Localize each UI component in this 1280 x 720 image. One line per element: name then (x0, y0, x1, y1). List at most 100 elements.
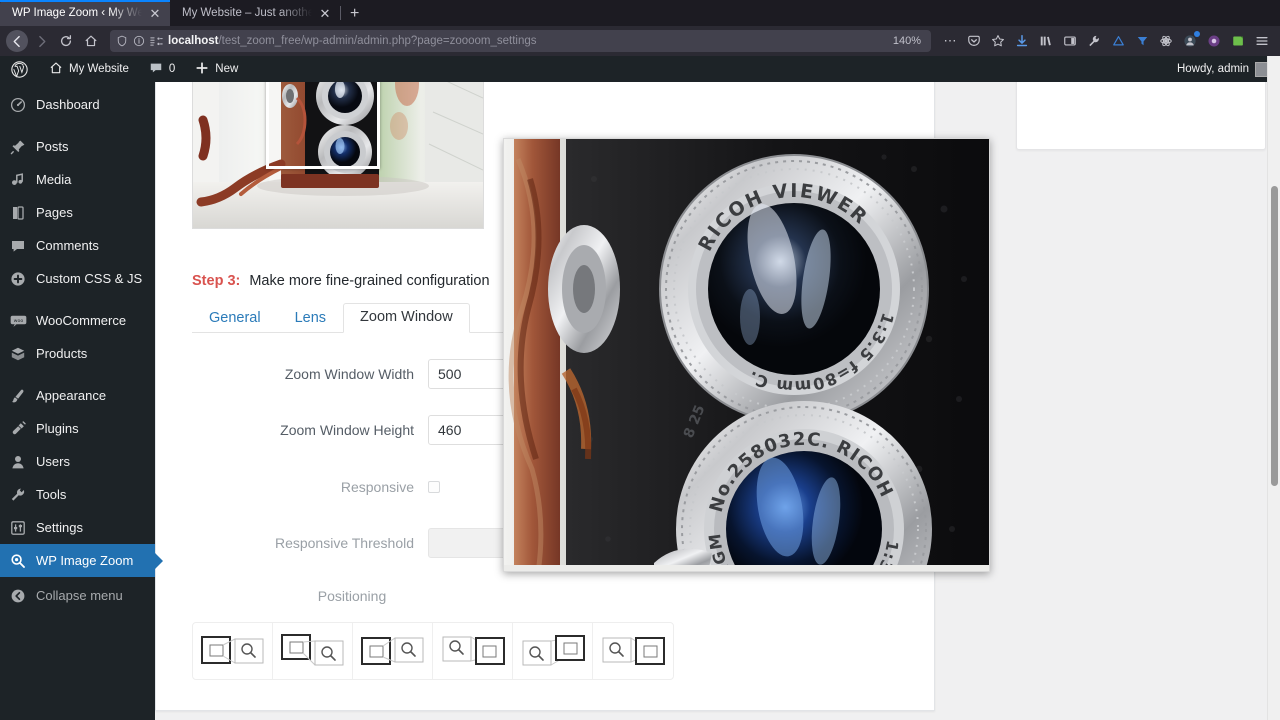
close-icon[interactable]: ✕ (318, 7, 332, 20)
reader-view-icon[interactable] (150, 36, 163, 47)
forward-arrow-icon (29, 29, 53, 53)
positioning-option-zoom-left-middle[interactable] (593, 623, 673, 679)
sidebar-item-custom-css-js[interactable]: Custom CSS & JS (0, 262, 155, 295)
positioning-option-zoom-right-aligned-top[interactable] (193, 623, 273, 679)
zoom-level-badge[interactable]: 140% (893, 35, 925, 47)
hamburger-menu-icon[interactable] (1250, 29, 1274, 53)
positioning-option-zoom-right-offset[interactable] (273, 623, 353, 679)
sidebar-item-products[interactable]: Products (0, 337, 155, 370)
lens-selector-box[interactable] (266, 82, 380, 169)
atom-extension-icon[interactable] (1154, 29, 1178, 53)
svg-text:woo: woo (13, 318, 23, 323)
box-icon (9, 345, 27, 363)
collapse-menu-label: Collapse menu (36, 588, 123, 603)
sidebar-item-label: Settings (36, 520, 83, 535)
sidebar-item-label: Dashboard (36, 97, 100, 112)
adminbar-new[interactable]: New (185, 56, 248, 82)
media-icon (9, 171, 27, 189)
responsive-checkbox[interactable] (428, 481, 440, 493)
plus-circle-icon (9, 270, 27, 288)
home-icon[interactable] (79, 29, 103, 53)
zoom-window-overlay[interactable]: RICOH VIEWER 1:3.5 f=80mm C. No.258032C.… (503, 138, 990, 572)
positioning-option-zoom-right-middle[interactable] (353, 623, 433, 679)
sidebar-item-appearance[interactable]: Appearance (0, 379, 155, 412)
sidebar-icon[interactable] (1058, 29, 1082, 53)
close-icon[interactable]: ✕ (148, 7, 162, 20)
tab-lens[interactable]: Lens (278, 306, 343, 332)
green-extension-icon[interactable] (1226, 29, 1250, 53)
brush-icon (9, 387, 27, 405)
wrench-icon[interactable] (1082, 29, 1106, 53)
sidebar-item-woocommerce[interactable]: woo WooCommerce (0, 304, 155, 337)
wp-admin-bar: My Website 0 New Howdy, admin (0, 56, 1280, 82)
address-bar[interactable]: localhost/test_zoom_free/wp-admin/admin.… (110, 30, 931, 52)
image-preview[interactable] (192, 82, 484, 229)
browser-window: WP Image Zoom ‹ My We ✕ My Website – Jus… (0, 0, 1280, 720)
sidebar-item-plugins[interactable]: Plugins (0, 412, 155, 445)
triangle-extension-icon[interactable] (1106, 29, 1130, 53)
sidebar-item-posts[interactable]: Posts (0, 130, 155, 163)
sidebar-item-pages[interactable]: Pages (0, 196, 155, 229)
browser-tab-0[interactable]: WP Image Zoom ‹ My We ✕ (0, 0, 170, 26)
tab-general[interactable]: General (192, 306, 278, 332)
sidebar-item-tools[interactable]: Tools (0, 478, 155, 511)
wordpress-logo-icon[interactable] (0, 56, 39, 82)
page-scrollbar[interactable] (1267, 56, 1280, 720)
downloads-icon[interactable] (1010, 29, 1034, 53)
sidebar-item-label: Plugins (36, 421, 79, 436)
sidebar-item-label: WP Image Zoom (36, 553, 134, 568)
sidebar-item-label: Tools (36, 487, 67, 502)
positioning-option-zoom-left-offset[interactable] (513, 623, 593, 679)
funnel-extension-icon[interactable] (1130, 29, 1154, 53)
star-icon[interactable] (986, 29, 1010, 53)
woocommerce-icon: woo (9, 312, 27, 330)
position-preview-icon (441, 634, 505, 668)
sidebar-item-wp-image-zoom[interactable]: WP Image Zoom (0, 544, 163, 577)
sidebar-item-media[interactable]: Media (0, 163, 155, 196)
position-preview-icon (280, 634, 345, 668)
sidebar-item-label: Media (36, 172, 72, 187)
library-icon[interactable] (1034, 29, 1058, 53)
adminbar-account[interactable]: Howdy, admin (1167, 56, 1280, 82)
page-viewport: My Website 0 New Howdy, admin Dashboard … (0, 56, 1280, 720)
magnifier-icon (9, 552, 27, 570)
admin-sidebar: Dashboard Posts Media Pages Comments Cus… (0, 82, 163, 720)
adminbar-site-name[interactable]: My Website (39, 56, 139, 82)
browser-tab-1[interactable]: My Website – Just anothe ✕ (170, 0, 340, 26)
sidebar-item-settings[interactable]: Settings (0, 511, 155, 544)
home-icon (49, 61, 63, 78)
zoom-window-image: RICOH VIEWER 1:3.5 f=80mm C. No.258032C.… (504, 139, 989, 571)
tab-zoom-window[interactable]: Zoom Window (343, 303, 470, 333)
position-preview-icon (601, 634, 665, 668)
collapse-menu-button[interactable]: Collapse menu (0, 579, 155, 612)
ellipsis-icon[interactable]: ⋯ (938, 29, 962, 53)
back-arrow-icon[interactable] (6, 30, 28, 52)
avatar-extension-icon[interactable] (1178, 29, 1202, 53)
new-tab-button[interactable]: + (341, 6, 368, 22)
step-3-text: Make more fine-grained configuration (249, 273, 490, 289)
sidebar-separator (0, 121, 155, 130)
sidebar-item-label: Custom CSS & JS (36, 271, 143, 286)
positioning-section: Positioning (192, 588, 910, 680)
circle-extension-icon[interactable] (1202, 29, 1226, 53)
pin-icon (9, 138, 27, 156)
sidebar-item-comments[interactable]: Comments (0, 229, 155, 262)
sidebar-item-label: Posts (36, 139, 69, 154)
responsive-label: Responsive (340, 479, 414, 495)
sidebar-item-users[interactable]: Users (0, 445, 155, 478)
sidebar-item-dashboard[interactable]: Dashboard (0, 88, 155, 121)
shield-icon[interactable] (116, 35, 128, 47)
adminbar-comments[interactable]: 0 (139, 56, 185, 82)
url-host: localhost (168, 35, 219, 47)
scrollbar-thumb[interactable] (1271, 186, 1278, 486)
reload-icon[interactable] (54, 29, 78, 53)
notification-dot (1194, 31, 1200, 37)
plug-icon (9, 420, 27, 438)
sliders-icon (9, 519, 27, 537)
page-info-icon[interactable] (133, 35, 145, 47)
position-preview-icon (360, 634, 425, 668)
responsive-threshold-label: Responsive Threshold (274, 535, 414, 551)
positioning-option-zoom-left-aligned-top[interactable] (433, 623, 513, 679)
pocket-icon[interactable] (962, 29, 986, 53)
sidebar-item-label: Products (36, 346, 88, 361)
